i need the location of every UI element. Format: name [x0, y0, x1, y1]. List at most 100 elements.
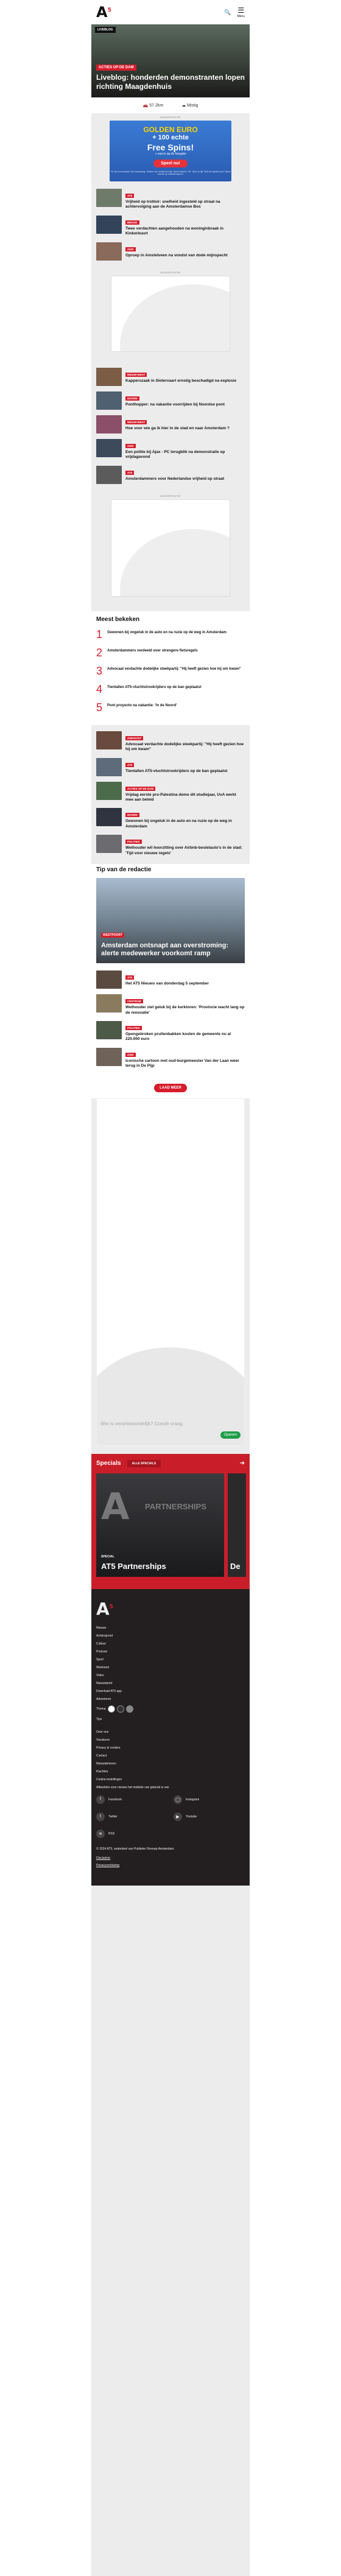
youtube-icon: ▶ [174, 1812, 182, 1821]
list-item[interactable]: AT5 Het AT5 Nieuws van donderdag 5 septem… [96, 970, 245, 989]
social-label: RSS [108, 1831, 115, 1836]
special-logo: A [101, 1485, 130, 1528]
large-ad[interactable]: Wie is verantwoordelijk? Goede vraag. Op… [96, 1098, 245, 1445]
list-item[interactable]: POLITIEK Wethouder wil hoorzitting over A… [96, 835, 245, 856]
list-item[interactable]: NOORD Gewonen bij ongeluk in de auto en n… [96, 808, 245, 829]
item-title: Tientallen AT5-vluchtstrookrijders op de… [125, 768, 228, 773]
list-item[interactable]: NOORD Ponthopper: na vakantie voorrijden … [96, 391, 245, 410]
list-item[interactable]: ACTIES OP DE DAM Vrijdag eerste pro-Pales… [96, 781, 245, 803]
twitter-link[interactable]: t Twitter [96, 1812, 167, 1821]
arrow-right-icon[interactable]: ➜ [240, 1460, 245, 1467]
article-thumbnail [96, 731, 122, 749]
list-item[interactable]: ZUID Iconische cartoon met oud-burgemeest… [96, 1047, 245, 1069]
editor-tip-card[interactable]: WESTPOORT Amsterdam ontsnapt aan overstr… [96, 878, 245, 964]
item-title: Amsterdammers verdeeld over strengere fi… [107, 648, 198, 653]
footer-link[interactable]: Privacy & cookies [96, 1746, 245, 1750]
at5-logo[interactable]: A5 [96, 4, 111, 21]
footer-link[interactable]: Cookie-instellingen [96, 1778, 245, 1781]
tip-headline: Amsterdam ontsnapt aan overstroming: ale… [101, 941, 229, 958]
footer-link[interactable]: Over ons [96, 1730, 245, 1734]
theme-auto-option[interactable] [125, 1705, 133, 1713]
footer-link[interactable]: Klachten [96, 1770, 245, 1774]
rss-link[interactable]: ≋ RSS [96, 1829, 167, 1838]
ad-label: ADVERTENTIE [160, 494, 181, 497]
ad-free-spins: Free Spins! [147, 142, 194, 152]
theme-dark-option[interactable] [116, 1705, 124, 1713]
footer-link[interactable]: Nieuws [96, 1626, 245, 1630]
item-title: Wethouder ziet geluk bij de kerktoren: '… [125, 1005, 245, 1015]
item-category: NIEUW-WEST [125, 419, 147, 424]
list-item[interactable]: BEKIJK Twee verdachten aangehouden na won… [96, 215, 245, 237]
item-title: Advocaat verdachte dodelijke steekpartij… [107, 667, 241, 671]
hero-article[interactable]: LIVEBLOG ACTIES OP DE DAM Liveblog: hond… [91, 24, 250, 97]
footer-link[interactable]: Video [96, 1674, 245, 1677]
privacy-link[interactable]: Privacyverklaring [96, 1864, 245, 1867]
ad-sub: + euro's op de hoogste [155, 152, 186, 156]
top-header: A5 🔍 ☰ Menu [91, 0, 250, 24]
footer-link[interactable]: Weekend [96, 1666, 245, 1669]
list-item[interactable]: AT5 Tientallen AT5-vluchtstrookrijders op… [96, 757, 245, 776]
disclaimer-link[interactable]: Disclaimer [96, 1856, 245, 1860]
footer-link[interactable]: Download AT5 app [96, 1690, 245, 1693]
casino-ad[interactable]: GOLDEN EURO + 100 echte Free Spins! + eu… [110, 121, 231, 181]
most-viewed-item[interactable]: 4 Tientallen AT5-vluchtstrookrijders op d… [96, 684, 245, 695]
all-specials-link[interactable]: ALLE SPECIALS [127, 1459, 161, 1467]
footer-link[interactable]: Sport [96, 1658, 245, 1662]
list-item[interactable]: ZUID Oproep in Amstelveen na vondst van d… [96, 242, 245, 261]
social-links: f Facebook ◯ Instagram t Twitter ▶ Youtube ≋… [96, 1795, 245, 1838]
most-viewed-item[interactable]: 2 Amsterdammers verdeeld over strengere f… [96, 647, 245, 658]
footer-link[interactable]: Vacatures [96, 1738, 245, 1742]
item-category: ZUID [125, 247, 136, 251]
most-viewed-item[interactable]: 5 Pont proyecto na vakantie: 'In de Noord… [96, 702, 245, 713]
instagram-link[interactable]: ◯ Instagram [174, 1795, 245, 1804]
list-item[interactable]: AT5 Amsterdammers voor Nederlandse vrijhe… [96, 465, 245, 484]
list-item[interactable]: NIEUW-WEST Hoe voor wie ga ik hier in de … [96, 415, 245, 433]
list-item[interactable]: ZUID Een politie bij Ajax - PC terugblik … [96, 438, 245, 460]
item-category: AT5 [125, 470, 135, 475]
footer-link[interactable]: Contact [96, 1754, 245, 1758]
most-viewed-item[interactable]: 3 Advocaat verdachte dodelijke steekparti… [96, 665, 245, 676]
footer-logo[interactable]: A5 [96, 1599, 245, 1619]
twitter-icon: t [96, 1812, 105, 1821]
footer-link[interactable]: Achtergrond [96, 1634, 245, 1638]
item-title: Het AT5 Nieuws van donderdag 5 september [125, 981, 209, 986]
facebook-link[interactable]: f Facebook [96, 1795, 167, 1804]
footer-link[interactable]: Nieuwsbrief [96, 1682, 245, 1685]
footer-link[interactable]: Nieuwsbrieven [96, 1762, 245, 1766]
article-thumbnail [96, 1021, 122, 1039]
article-thumbnail [96, 835, 122, 854]
list-item[interactable]: AT5 Vrijheid op trottoir: snelheid ingest… [96, 189, 245, 210]
special-card[interactable]: A PARTNERSHIPS SPECIAL AT5 Partnerships [96, 1473, 224, 1577]
hero-category: ACTIES OP DE DAM [96, 65, 136, 71]
ad-cta-button[interactable]: Speel nu! [153, 160, 188, 167]
most-viewed-item[interactable]: 1 Gewonen bij ongeluk in de auto en na ru… [96, 629, 245, 640]
traffic-stat[interactable]: 🚗 57.2km [143, 103, 164, 108]
list-item[interactable]: ZUIDOOST Advocaat verdachte dodelijke ste… [96, 731, 245, 753]
article-thumbnail [96, 215, 122, 234]
footer-link[interactable]: Cultuur [96, 1642, 245, 1646]
search-icon[interactable]: 🔍 [224, 9, 231, 16]
item-title: Vrijdag eerste pro-Palestina demo dit st… [125, 792, 236, 802]
weather-stat[interactable]: ☁ Mistig [181, 103, 198, 108]
menu-button[interactable]: ☰ Menu [237, 6, 245, 18]
youtube-link[interactable]: ▶ Youtube [174, 1812, 245, 1821]
footer-link[interactable]: Adverteren [96, 1697, 245, 1701]
list-item[interactable]: NIEUW-WEST Kapperszaak in Slotervaart ern… [96, 367, 245, 386]
article-thumbnail [96, 808, 122, 827]
list-item[interactable]: CENTRUM Wethouder ziet geluk bij de kerkt… [96, 994, 245, 1016]
car-icon: 🚗 [142, 104, 149, 108]
ad-open-button[interactable]: Openen [220, 1431, 241, 1439]
load-more-button[interactable]: LAAD MEER [154, 1083, 187, 1092]
theme-switcher: Thema [96, 1705, 245, 1713]
theme-light-option[interactable] [107, 1705, 115, 1713]
item-title: Gewonen bij ongeluk in de auto en na ruz… [125, 819, 232, 829]
page: A5 🔍 ☰ Menu LIVEBLOG ACTIES OP DE DAM Liv… [91, 0, 250, 2576]
ad-slot[interactable] [111, 275, 230, 352]
footer-link[interactable]: Podcast [96, 1650, 245, 1654]
footer-link[interactable]: Tips [96, 1718, 245, 1721]
ad-slot[interactable] [111, 499, 230, 597]
item-title: Ponthopper: na vakantie voorrijden bij N… [125, 402, 225, 407]
list-item[interactable]: POLITIEK Opengebroken prullenbakken koste… [96, 1021, 245, 1042]
traffic-weather-bar: 🚗 57.2km ☁ Mistig [91, 97, 250, 113]
special-card[interactable]: De [228, 1473, 246, 1577]
